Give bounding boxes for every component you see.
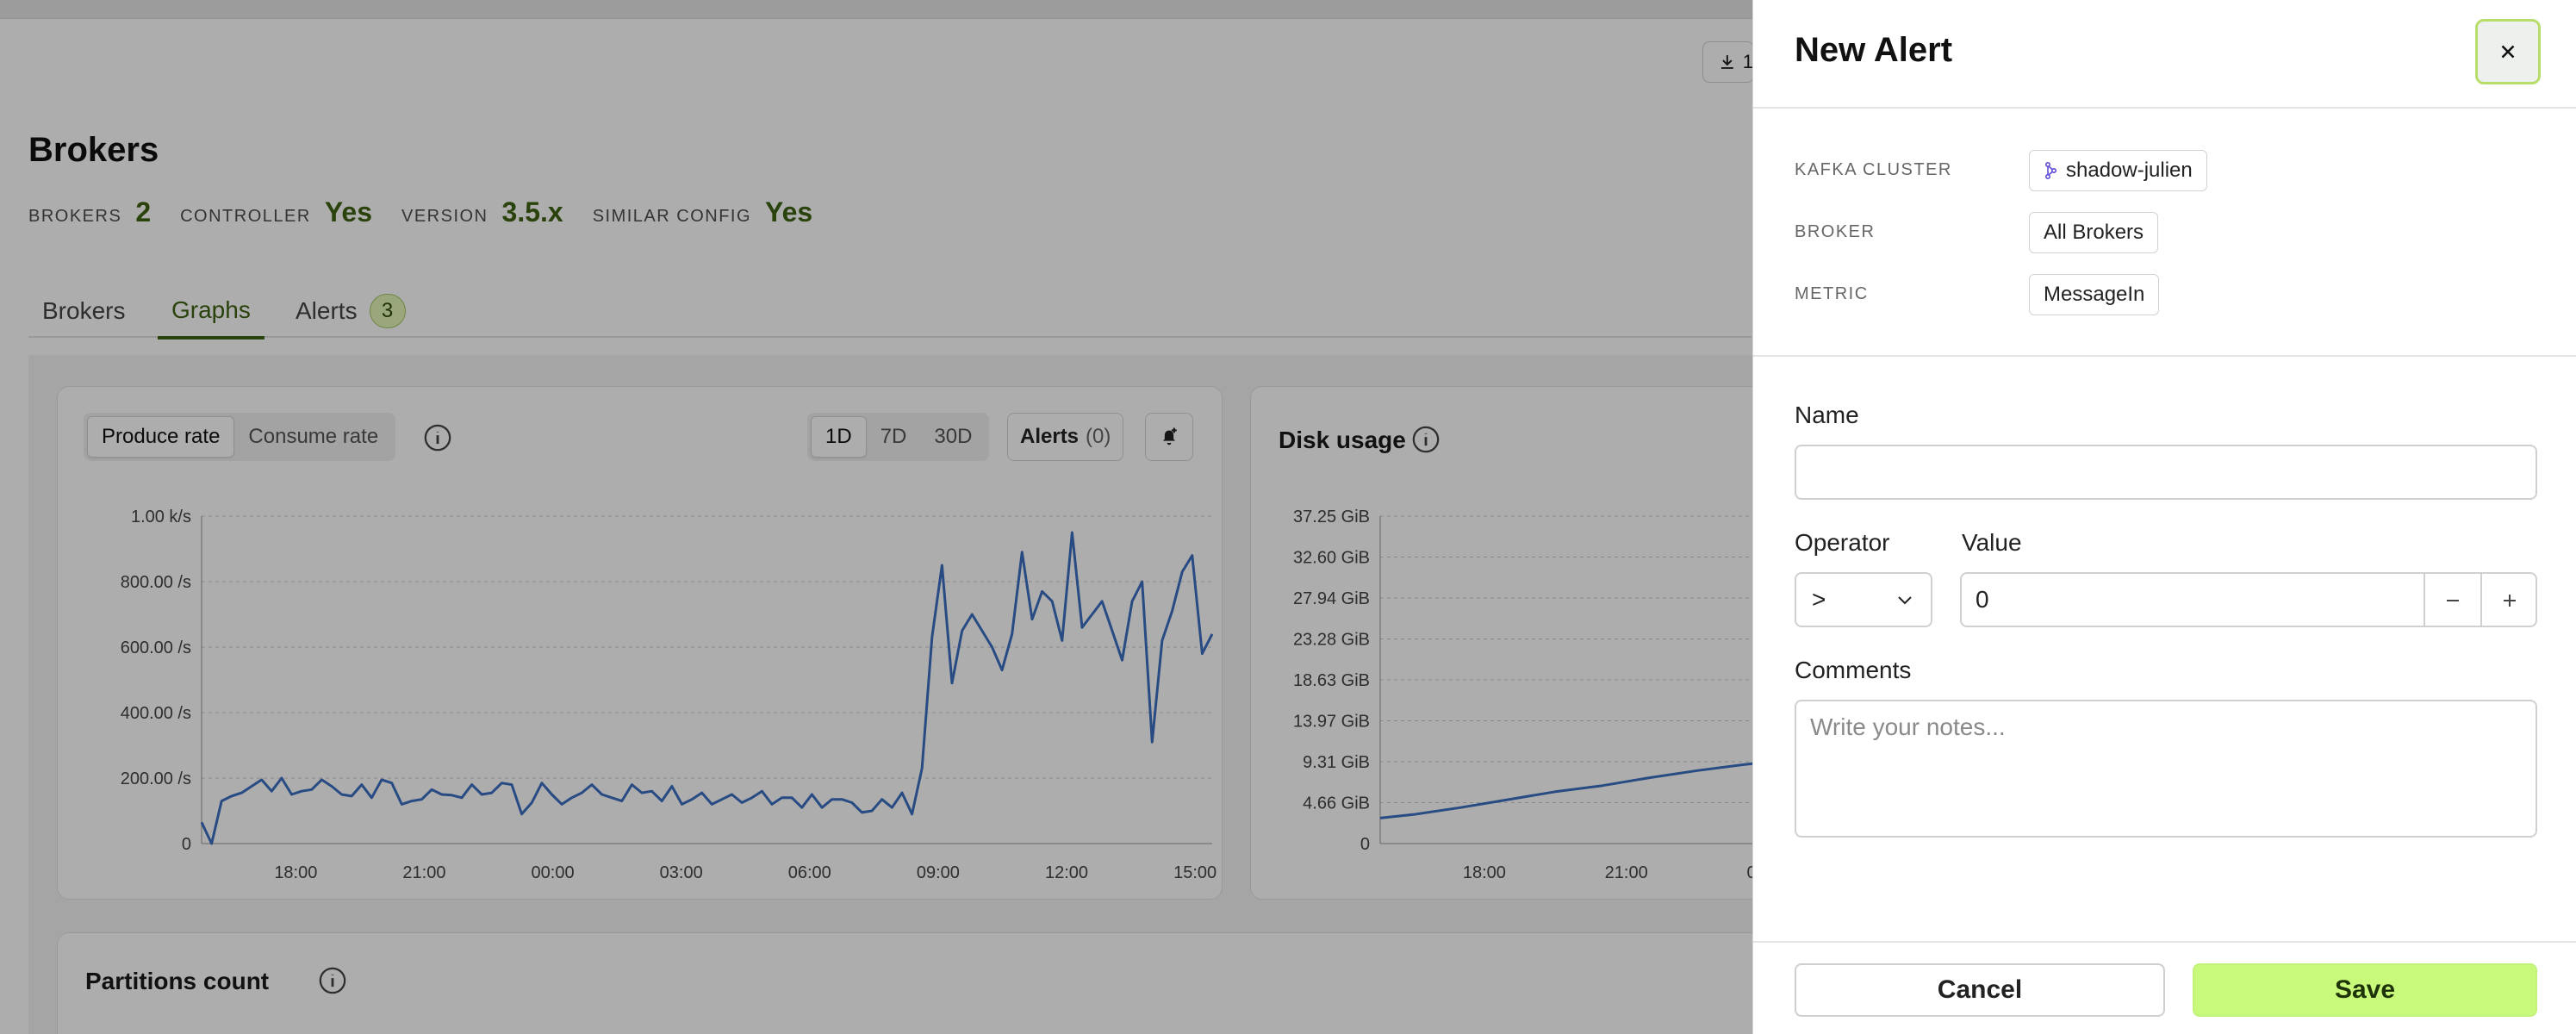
kafka-cluster-value: shadow-julien (2066, 159, 2193, 182)
meta-divider (1753, 355, 2576, 357)
name-input[interactable] (1795, 445, 2537, 500)
header-divider (1753, 107, 2576, 109)
decrement-button[interactable] (2424, 574, 2480, 627)
broker-value: All Brokers (2044, 221, 2144, 244)
cancel-button[interactable]: Cancel (1795, 963, 2165, 1017)
metric-chip: MessageIn (2029, 274, 2160, 315)
value-input[interactable] (1962, 574, 2424, 626)
broker-chip: All Brokers (2029, 212, 2159, 253)
operator-select-value: > (1812, 586, 1826, 613)
name-label: Name (1795, 402, 1859, 428)
close-button[interactable] (2475, 19, 2541, 84)
footer-divider (1753, 941, 2576, 943)
metric-label: METRIC (1795, 284, 1869, 303)
minus-icon (2447, 600, 2459, 601)
value-label: Value (1962, 529, 2022, 556)
operator-select[interactable]: > (1795, 572, 1932, 627)
comments-label: Comments (1795, 657, 1912, 683)
chevron-down-icon (1898, 596, 1912, 605)
kafka-cluster-label: KAFKA CLUSTER (1795, 160, 1952, 179)
new-alert-drawer: New Alert KAFKA CLUSTER shadow-julien BR… (1752, 0, 2576, 1034)
value-stepper (1960, 572, 2537, 627)
metric-value: MessageIn (2044, 283, 2145, 306)
increment-button[interactable] (2480, 574, 2537, 627)
save-button[interactable]: Save (2193, 963, 2537, 1017)
plus-icon (2504, 595, 2516, 607)
operator-label: Operator (1795, 529, 1890, 556)
kafka-cluster-chip: shadow-julien (2029, 150, 2207, 191)
close-icon (2501, 45, 2515, 59)
drawer-title: New Alert (1795, 31, 1953, 69)
broker-label: BROKER (1795, 222, 1876, 241)
comments-textarea[interactable] (1795, 700, 2537, 838)
kafka-icon (2044, 161, 2057, 179)
